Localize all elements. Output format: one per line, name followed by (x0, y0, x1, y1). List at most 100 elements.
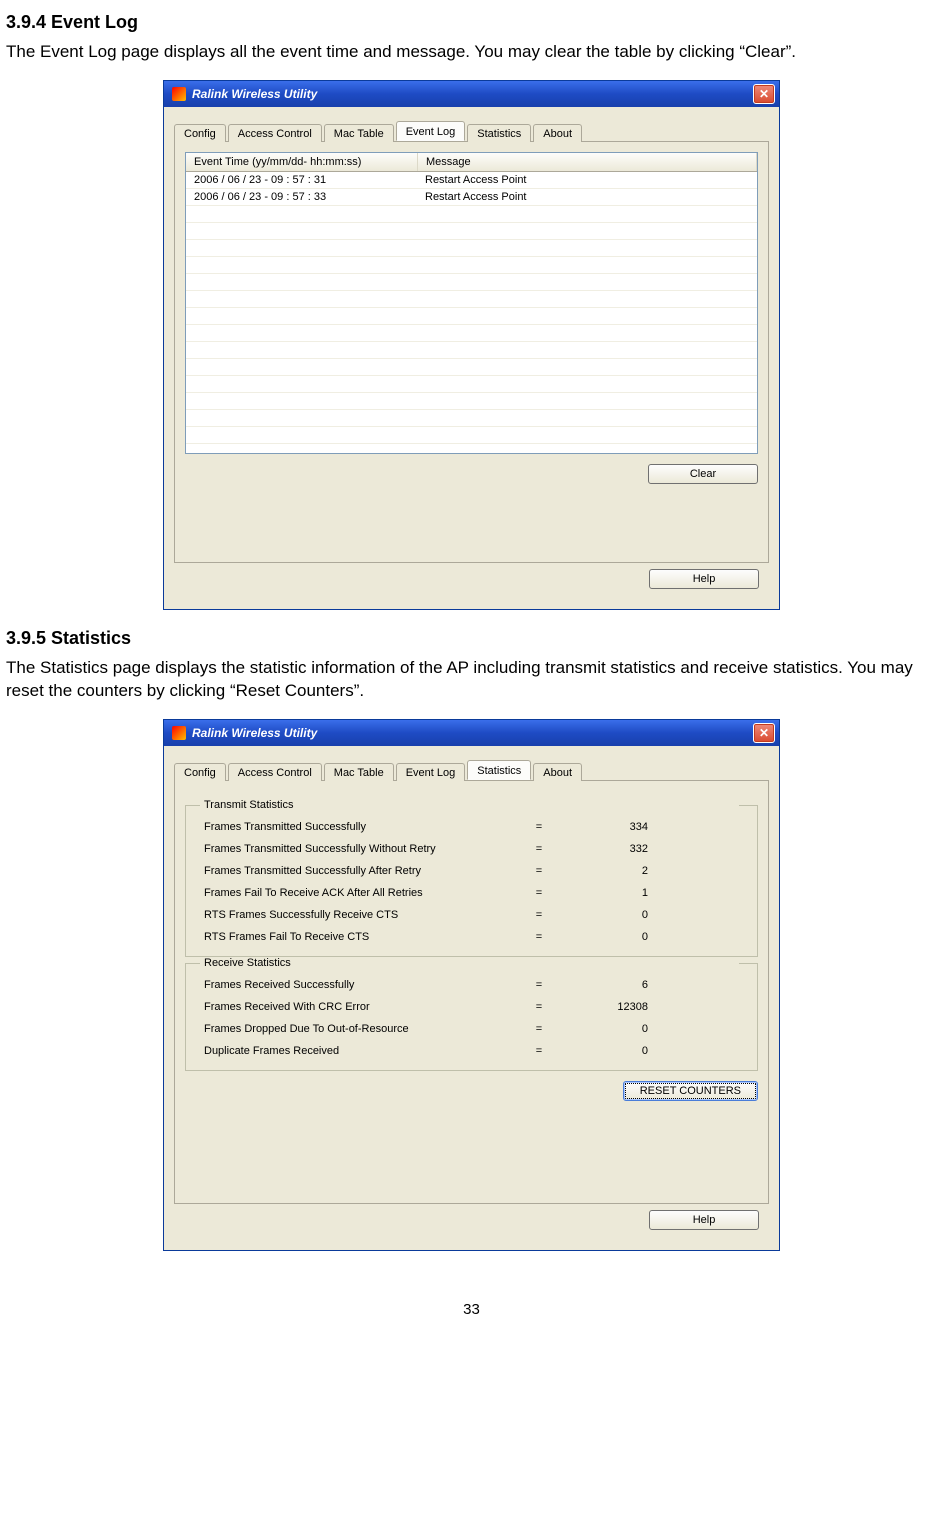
tab-config[interactable]: Config (174, 763, 226, 781)
stat-value: 334 (554, 816, 674, 838)
cell-time: 2006 / 06 / 23 - 09 : 57 : 33 (186, 191, 417, 203)
list-item (186, 342, 757, 359)
receive-stats-group: Receive Statistics Frames Received Succe… (185, 963, 758, 1071)
tabstrip: Config Access Control Mac Table Event Lo… (174, 758, 769, 781)
tab-access-control[interactable]: Access Control (228, 124, 322, 142)
col-header-message[interactable]: Message (418, 153, 757, 171)
tab-about[interactable]: About (533, 763, 582, 781)
stat-value: 12308 (554, 996, 674, 1018)
cell-message: Restart Access Point (417, 191, 757, 203)
tab-event-log[interactable]: Event Log (396, 763, 466, 781)
stat-label: Frames Received With CRC Error (204, 996, 524, 1018)
stat-value: 332 (554, 838, 674, 860)
stat-label: RTS Frames Successfully Receive CTS (204, 904, 524, 926)
stat-row: Frames Dropped Due To Out-of-Resource = … (204, 1018, 739, 1040)
tab-statistics[interactable]: Statistics (467, 760, 531, 780)
list-header: Event Time (yy/mm/dd- hh:mm:ss) Message (186, 153, 757, 172)
stat-row: Duplicate Frames Received = 0 (204, 1040, 739, 1062)
reset-counters-button[interactable]: RESET COUNTERS (623, 1081, 758, 1101)
stat-value: 0 (554, 904, 674, 926)
stat-value: 6 (554, 974, 674, 996)
stat-row: RTS Frames Fail To Receive CTS = 0 (204, 926, 739, 948)
transmit-stats-group: Transmit Statistics Frames Transmitted S… (185, 805, 758, 957)
list-item (186, 206, 757, 223)
list-body: 2006 / 06 / 23 - 09 : 57 : 31 Restart Ac… (186, 172, 757, 453)
tab-mac-table[interactable]: Mac Table (324, 763, 394, 781)
equals-sign: = (524, 926, 554, 948)
help-button[interactable]: Help (649, 1210, 759, 1230)
stat-row: Frames Fail To Receive ACK After All Ret… (204, 882, 739, 904)
titlebar: Ralink Wireless Utility ✕ (164, 81, 779, 107)
stat-label: Frames Dropped Due To Out-of-Resource (204, 1018, 524, 1040)
tab-config[interactable]: Config (174, 124, 226, 142)
list-item (186, 308, 757, 325)
stat-row: Frames Received With CRC Error = 12308 (204, 996, 739, 1018)
window-title: Ralink Wireless Utility (192, 87, 753, 101)
stat-label: Frames Transmitted Successfully (204, 816, 524, 838)
cell-message: Restart Access Point (417, 174, 757, 186)
list-item (186, 291, 757, 308)
tab-event-log[interactable]: Event Log (396, 121, 466, 141)
equals-sign: = (524, 860, 554, 882)
tabstrip: Config Access Control Mac Table Event Lo… (174, 119, 769, 142)
list-item (186, 376, 757, 393)
client-area: Config Access Control Mac Table Event Lo… (164, 746, 779, 1250)
section-heading-395: 3.9.5 Statistics (6, 628, 937, 649)
section-paragraph-395: The Statistics page displays the statist… (6, 657, 937, 703)
equals-sign: = (524, 904, 554, 926)
app-icon (172, 726, 186, 740)
stat-row: Frames Transmitted Successfully Without … (204, 838, 739, 860)
transmit-stats-legend: Transmit Statistics (200, 799, 739, 811)
stat-row: Frames Received Successfully = 6 (204, 974, 739, 996)
stat-value: 0 (554, 1018, 674, 1040)
cell-time: 2006 / 06 / 23 - 09 : 57 : 31 (186, 174, 417, 186)
tab-access-control[interactable]: Access Control (228, 763, 322, 781)
stat-label: Frames Fail To Receive ACK After All Ret… (204, 882, 524, 904)
stat-row: Frames Transmitted Successfully After Re… (204, 860, 739, 882)
close-icon[interactable]: ✕ (753, 723, 775, 743)
section-paragraph-394: The Event Log page displays all the even… (6, 41, 937, 64)
list-item (186, 274, 757, 291)
tab-mac-table[interactable]: Mac Table (324, 124, 394, 142)
stat-label: Frames Transmitted Successfully After Re… (204, 860, 524, 882)
window-statistics: Ralink Wireless Utility ✕ Config Access … (163, 719, 780, 1251)
list-item (186, 393, 757, 410)
event-log-list[interactable]: Event Time (yy/mm/dd- hh:mm:ss) Message … (185, 152, 758, 454)
close-icon[interactable]: ✕ (753, 84, 775, 104)
equals-sign: = (524, 838, 554, 860)
stat-value: 0 (554, 1040, 674, 1062)
equals-sign: = (524, 1040, 554, 1062)
stat-label: Frames Received Successfully (204, 974, 524, 996)
equals-sign: = (524, 974, 554, 996)
stat-label: Duplicate Frames Received (204, 1040, 524, 1062)
receive-stats-legend: Receive Statistics (200, 957, 739, 969)
window-title: Ralink Wireless Utility (192, 726, 753, 740)
stat-label: RTS Frames Fail To Receive CTS (204, 926, 524, 948)
client-area: Config Access Control Mac Table Event Lo… (164, 107, 779, 609)
list-item (186, 240, 757, 257)
equals-sign: = (524, 996, 554, 1018)
stat-row: RTS Frames Successfully Receive CTS = 0 (204, 904, 739, 926)
page-number: 33 (6, 1301, 937, 1318)
list-item (186, 359, 757, 376)
list-item (186, 325, 757, 342)
section-heading-394: 3.9.4 Event Log (6, 12, 937, 33)
stat-value: 1 (554, 882, 674, 904)
equals-sign: = (524, 1018, 554, 1040)
col-header-time[interactable]: Event Time (yy/mm/dd- hh:mm:ss) (186, 153, 418, 171)
list-item (186, 257, 757, 274)
stat-row: Frames Transmitted Successfully = 334 (204, 816, 739, 838)
tab-statistics[interactable]: Statistics (467, 124, 531, 142)
tabpanel-statistics: Transmit Statistics Frames Transmitted S… (174, 781, 769, 1204)
clear-button[interactable]: Clear (648, 464, 758, 484)
list-item (186, 427, 757, 444)
list-item[interactable]: 2006 / 06 / 23 - 09 : 57 : 31 Restart Ac… (186, 172, 757, 189)
help-button[interactable]: Help (649, 569, 759, 589)
stat-value: 2 (554, 860, 674, 882)
stat-label: Frames Transmitted Successfully Without … (204, 838, 524, 860)
tab-about[interactable]: About (533, 124, 582, 142)
stat-value: 0 (554, 926, 674, 948)
equals-sign: = (524, 882, 554, 904)
list-item[interactable]: 2006 / 06 / 23 - 09 : 57 : 33 Restart Ac… (186, 189, 757, 206)
app-icon (172, 87, 186, 101)
